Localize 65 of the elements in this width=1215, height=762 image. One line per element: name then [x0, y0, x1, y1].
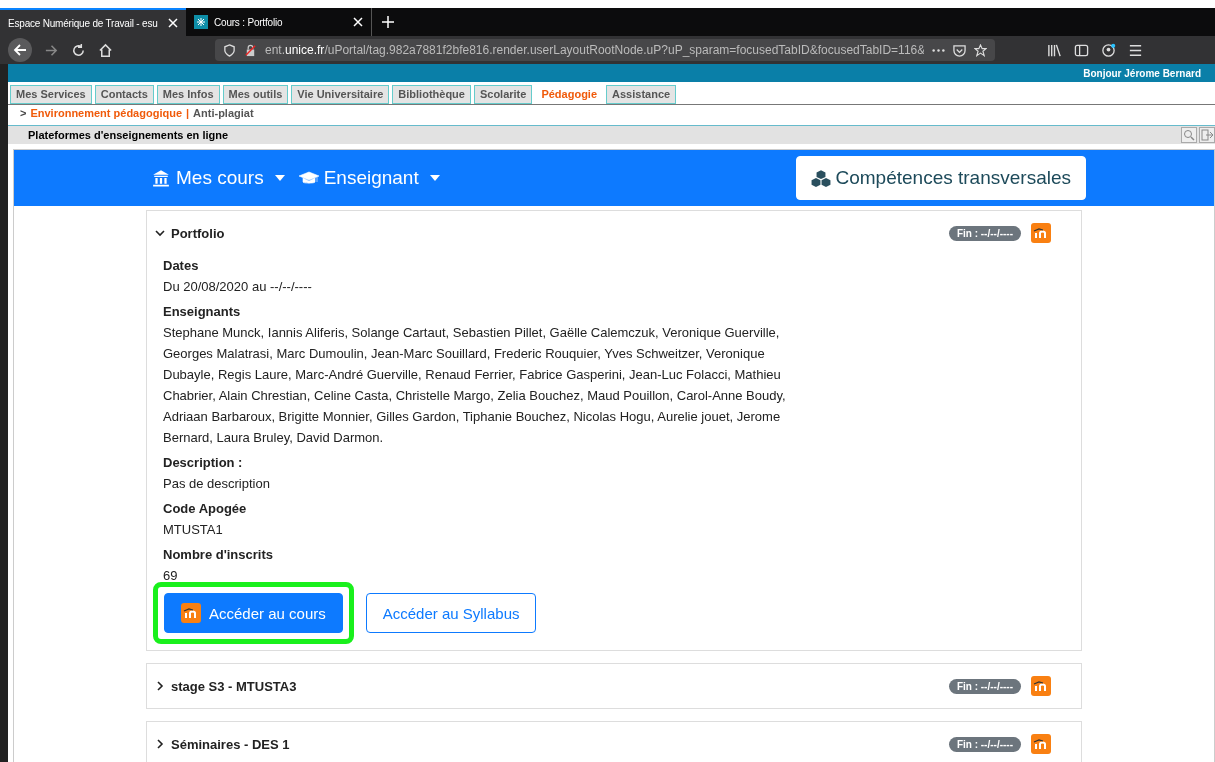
graduation-cap-icon: [298, 169, 319, 187]
chevron-icon: [155, 681, 165, 691]
portal-tab[interactable]: Vie Universitaire: [291, 85, 390, 104]
access-button[interactable]: Accéder au cours: [164, 593, 343, 633]
moodle-icon[interactable]: [1031, 676, 1051, 696]
back-icon[interactable]: [8, 38, 32, 62]
field-value: MTUSTA1: [163, 521, 224, 539]
breadcrumb-link[interactable]: Environnement pédagogique: [30, 107, 182, 119]
course-title: stage S3 - MTUSTA3: [171, 678, 298, 694]
star-icon[interactable]: [974, 43, 987, 57]
portal-tab[interactable]: Mes outils: [222, 85, 289, 104]
breadcrumb-link[interactable]: Anti-plagiat: [193, 107, 254, 119]
reload-icon[interactable]: [71, 42, 86, 58]
breadcrumb-separator: |: [186, 107, 190, 119]
end-date-badge: Fin : --/--/----: [948, 736, 1021, 752]
course-header[interactable]: Séminaires - DES 1 Fin : --/--/----: [146, 721, 1082, 762]
moodle-icon[interactable]: [1031, 223, 1051, 243]
competences-button[interactable]: Compétences transversales: [795, 156, 1086, 200]
course-title: Portfolio: [171, 225, 226, 241]
portal-tab[interactable]: Mes Infos: [156, 85, 220, 104]
browser-tab[interactable]: Espace Numérique de Travail - esu: [0, 8, 186, 36]
library-icon[interactable]: [1047, 42, 1062, 58]
portal-tab[interactable]: Mes Services: [10, 85, 92, 104]
moodle-icon[interactable]: [1031, 734, 1051, 754]
end-date-badge: Fin : --/--/----: [948, 225, 1021, 241]
nav-menu[interactable]: Enseignant: [298, 167, 440, 189]
nav-menu[interactable]: Mes cours: [151, 167, 285, 189]
field-value: Du 20/08/2020 au --/--/----: [163, 278, 313, 296]
course-title: Séminaires - DES 1: [171, 736, 291, 752]
greeting-text: Bonjour Jérome Bernard: [1083, 67, 1201, 79]
pocket-icon[interactable]: [953, 43, 966, 57]
field-label: Nombre d'inscrits: [163, 546, 274, 564]
cubes-icon: [810, 169, 831, 187]
access-button[interactable]: Accéder au Syllabus: [365, 593, 537, 633]
field-label: Dates: [163, 257, 200, 275]
course-header[interactable]: stage S3 - MTUSTA3 Fin : --/--/----: [146, 663, 1082, 709]
breadcrumb-marker: >: [20, 107, 27, 119]
close-icon[interactable]: [168, 18, 178, 28]
lock-icon: [244, 43, 257, 57]
chevron-icon: [155, 739, 165, 749]
home-icon[interactable]: [98, 42, 113, 58]
field-value: Stephane Munck, Iannis Aliferis, Solange Cartaut, Sebastien Pillet, Gaëlle Calemczuk, Veronique Guerville, Georges Malatrasi, Marc Dumoulin, Jean-Marc Souillard, Frederic Rouquier, Yves Schweitzer, Veronique Dubayle, Regis Laure, Marc-André Guerville, Renaud Ferrier, Fabrice Gasperini, Jean-Luc Folacci, Mathieu Chabrier, Alain Chrestian, Celine Casta, Christelle Margo, Zelia Bouchez, Maud Pouillon, Carol-Anne Boudy, Adriaan Barbaroux, Brigitte Monnier, Gilles Gardon, Tiphanie Bouchez, Nicolas Hogu, Aurelie jouet, Jerome Bernard, Laura Bruley, David Darmon.: [163, 324, 787, 447]
asterisk-icon: [194, 15, 208, 29]
end-date-badge: Fin : --/--/----: [948, 678, 1021, 694]
portal-tab[interactable]: Scolarite: [473, 85, 533, 104]
sidebar-icon[interactable]: [1074, 42, 1089, 58]
portal-tab[interactable]: Contacts: [94, 85, 154, 104]
exit-icon[interactable]: [1199, 127, 1215, 143]
chevron-icon: [155, 228, 165, 238]
close-icon[interactable]: [353, 17, 363, 27]
field-value: 69: [163, 567, 179, 585]
new-tab-icon[interactable]: [382, 16, 394, 28]
course-header[interactable]: Portfolio Fin : --/--/----: [147, 211, 1081, 255]
field-value: Pas de description: [163, 475, 271, 493]
portlet-title: Plateformes d'enseignements en ligne: [28, 129, 230, 141]
field-label: Enseignants: [163, 303, 242, 321]
field-label: Code Apogée: [163, 500, 248, 518]
account-icon[interactable]: [1101, 42, 1116, 58]
menu-icon[interactable]: [1128, 42, 1143, 58]
moodle-icon: [181, 603, 201, 623]
shield-icon: [223, 43, 236, 57]
field-label: Description :: [163, 454, 244, 472]
portal-tab[interactable]: Assistance: [606, 85, 677, 104]
bank-icon: [151, 169, 171, 187]
portal-tab[interactable]: Bibliothèque: [392, 85, 471, 104]
